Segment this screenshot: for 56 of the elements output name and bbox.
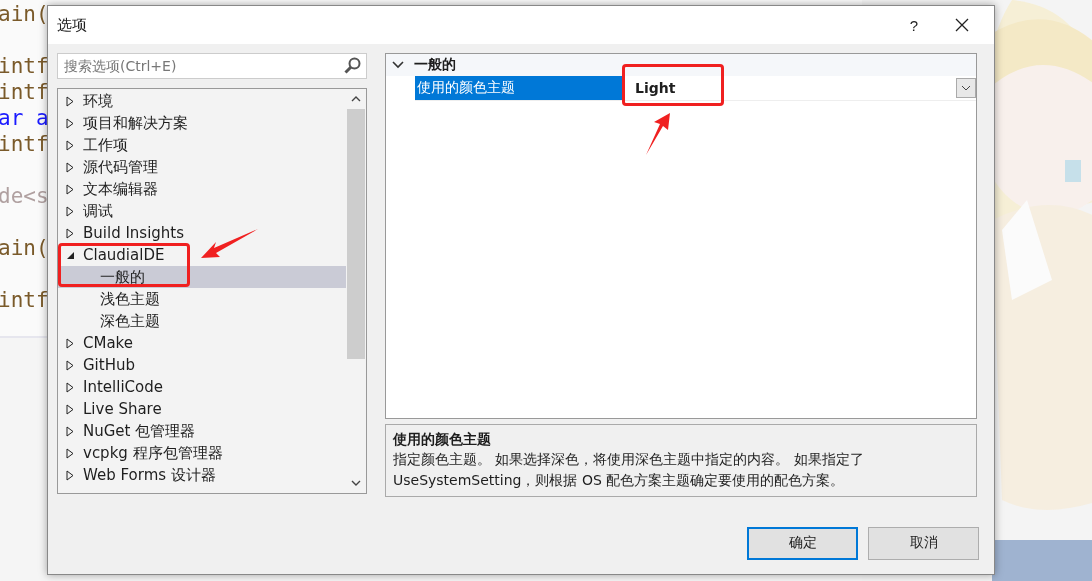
code-line: de<s xyxy=(0,183,49,209)
tree-item[interactable]: Web Forms 设计器 xyxy=(83,465,216,485)
property-name[interactable]: 使用的颜色主题 xyxy=(415,76,625,100)
code-line: ain( xyxy=(0,1,49,27)
description-text: 指定颜色主题。 如果选择深色，将使用深色主题中指定的内容。 如果指定了 UseSystemSetting，则根据 OS 配色方案主题确定要使用的配色方案。 xyxy=(393,450,865,490)
tree-item[interactable]: 文本编辑器 xyxy=(83,179,158,199)
description-title: 使用的颜色主题 xyxy=(393,430,492,449)
collapsed-triangle-icon[interactable] xyxy=(66,139,74,151)
code-line: ain( xyxy=(0,235,49,261)
code-line: ar a xyxy=(0,105,49,131)
collapsed-triangle-icon[interactable] xyxy=(66,337,74,349)
code-line: intf xyxy=(0,53,49,79)
tree-item[interactable]: vcpkg 程序包管理器 xyxy=(83,443,223,463)
search-icon[interactable] xyxy=(344,57,361,74)
tree-item[interactable]: NuGet 包管理器 xyxy=(83,421,196,441)
tree-item[interactable]: 一般的 xyxy=(100,267,145,287)
help-button[interactable]: ? xyxy=(890,6,938,44)
tree-item[interactable]: 项目和解决方案 xyxy=(83,113,188,133)
collapsed-triangle-icon[interactable] xyxy=(66,469,74,481)
collapsed-triangle-icon[interactable] xyxy=(66,95,74,107)
collapsed-triangle-icon[interactable] xyxy=(66,447,74,459)
selected-tree-row[interactable]: 一般的 xyxy=(58,266,346,288)
tree-item[interactable]: IntelliCode xyxy=(83,378,163,396)
collapsed-triangle-icon[interactable] xyxy=(66,227,74,239)
search-field[interactable]: 搜索选项(Ctrl+E) xyxy=(57,53,367,79)
tree-item[interactable]: 源代码管理 xyxy=(83,157,158,177)
collapsed-triangle-icon[interactable] xyxy=(66,117,74,129)
dialog-button[interactable]: 确定 xyxy=(747,526,858,560)
tree-item[interactable]: GitHub xyxy=(83,356,135,374)
collapsed-triangle-icon[interactable] xyxy=(66,183,74,195)
collapsed-triangle-icon[interactable] xyxy=(66,381,74,393)
tree-item[interactable]: CMake xyxy=(83,334,133,352)
expanded-triangle-icon[interactable] xyxy=(66,250,75,260)
tree-item[interactable]: 环境 xyxy=(83,91,113,111)
close-icon xyxy=(955,18,969,32)
tree-item[interactable]: Live Share xyxy=(83,400,162,418)
code-line: intf xyxy=(0,131,49,157)
window-title: 选项 xyxy=(57,15,88,35)
tree-item[interactable]: 调试 xyxy=(83,201,113,221)
collapsed-triangle-icon[interactable] xyxy=(66,425,74,437)
collapsed-triangle-icon[interactable] xyxy=(66,359,74,371)
dialog-button[interactable]: 取消 xyxy=(868,526,979,560)
tree-item[interactable]: ClaudialDE xyxy=(83,246,165,264)
chevron-down-icon[interactable] xyxy=(392,61,404,69)
category-title: 一般的 xyxy=(414,56,456,74)
tree-item[interactable]: 工作项 xyxy=(83,135,128,155)
chevron-down-icon xyxy=(961,85,971,91)
tree-item[interactable]: Build Insights xyxy=(83,224,185,242)
tree-item[interactable]: 深色主题 xyxy=(100,311,160,331)
collapsed-triangle-icon[interactable] xyxy=(66,403,74,415)
collapsed-triangle-icon[interactable] xyxy=(66,205,74,217)
code-line: intf xyxy=(0,79,49,105)
property-value[interactable]: Light xyxy=(635,80,676,96)
code-line: intf xyxy=(0,287,49,313)
tree-item[interactable]: 浅色主题 xyxy=(100,289,160,309)
collapsed-triangle-icon[interactable] xyxy=(66,161,74,173)
